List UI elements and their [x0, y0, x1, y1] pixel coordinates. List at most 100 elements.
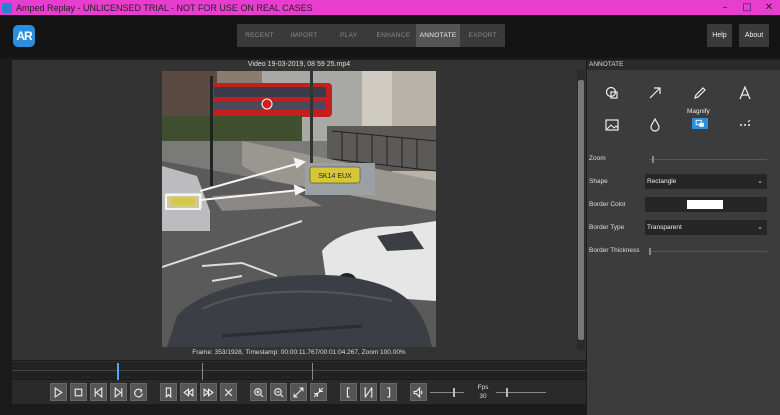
- fps-label: Fps: [477, 384, 489, 391]
- playhead[interactable]: [117, 363, 119, 380]
- image-tool[interactable]: [602, 115, 622, 135]
- blur-tool[interactable]: [645, 115, 665, 135]
- blur-drop-icon: [650, 118, 660, 132]
- previous-frame-button[interactable]: [90, 383, 107, 401]
- next-frame-button[interactable]: [110, 383, 127, 401]
- timeline-track[interactable]: [12, 370, 586, 371]
- zoom-out-button[interactable]: [270, 383, 287, 401]
- bracket-right-icon: [387, 387, 391, 397]
- chevron-down-icon: ⌄: [757, 177, 763, 185]
- border-color-swatch: [687, 200, 723, 209]
- shape-label: Shape: [589, 178, 608, 185]
- rewind-icon: [183, 387, 194, 397]
- stop-icon: [74, 388, 83, 396]
- shape-icon: [605, 86, 618, 99]
- magnify-icon: [695, 119, 704, 127]
- fps-slider[interactable]: [496, 392, 546, 393]
- fps-slider-thumb[interactable]: [506, 388, 508, 397]
- fit-to-window-button[interactable]: [290, 383, 307, 401]
- tab-enhance[interactable]: ENHANCE: [371, 24, 416, 47]
- video-title: Video 19-03-2019, 08 59 25.mp4: [247, 61, 351, 68]
- workflow-tabs: RECENT IMPORT PLAY ENHANCE ANNOTATE EXPO…: [237, 24, 506, 47]
- play-button[interactable]: [50, 383, 67, 401]
- playback-controls: Fps 30: [12, 380, 586, 404]
- set-end-button[interactable]: [380, 383, 397, 401]
- window-title-bar: Amped Replay - UNLICENSED TRIAL - NOT FO…: [0, 0, 780, 15]
- timeline[interactable]: [12, 361, 586, 380]
- border-type-value: Transparent: [647, 224, 682, 231]
- zoom-out-icon: [274, 387, 284, 397]
- bookmark-button[interactable]: [160, 383, 177, 401]
- about-button[interactable]: About: [739, 24, 769, 47]
- next-bookmark-button[interactable]: [200, 383, 217, 401]
- frame-info: Frame: 353/1928, Timestamp: 00:00:11.767…: [192, 349, 406, 356]
- help-button[interactable]: Help: [707, 24, 732, 47]
- app-icon: [2, 2, 12, 13]
- zoom-in-button[interactable]: [250, 383, 267, 401]
- video-frame[interactable]: SK14 EUX: [162, 71, 436, 347]
- pencil-tool[interactable]: [690, 83, 710, 103]
- chevron-down-icon: ⌄: [757, 223, 763, 231]
- text-icon: [739, 86, 751, 100]
- fps-value: 30: [479, 393, 487, 400]
- fps-display: Fps 30: [474, 383, 492, 401]
- shrink-icon: [313, 387, 324, 397]
- tab-export[interactable]: EXPORT: [460, 24, 505, 47]
- volume-slider-thumb[interactable]: [453, 388, 455, 397]
- arrow-icon: [649, 87, 661, 99]
- border-thickness-slider[interactable]: [649, 251, 767, 252]
- loop-icon: [134, 388, 143, 397]
- magnify-tool[interactable]: [692, 118, 708, 129]
- timeline-marker[interactable]: [312, 363, 313, 380]
- viewer-scrollbar[interactable]: [577, 70, 585, 350]
- street-scene-image: SK14 EUX: [162, 71, 436, 347]
- panel-title: ANNOTATE: [587, 60, 780, 70]
- fast-forward-icon: [203, 387, 214, 397]
- tab-import[interactable]: IMPORT: [282, 24, 327, 47]
- shape-value: Rectangle: [647, 178, 677, 185]
- expand-icon: [293, 387, 304, 397]
- top-navigation-bar: AR RECENT IMPORT PLAY ENHANCE ANNOTATE E…: [0, 15, 780, 58]
- tab-annotate[interactable]: ANNOTATE: [415, 24, 461, 47]
- previous-bookmark-button[interactable]: [180, 383, 197, 401]
- border-thickness-label: Border Thickness: [589, 247, 640, 254]
- clear-bookmarks-button[interactable]: [220, 383, 237, 401]
- minimize-button[interactable]: –: [714, 0, 736, 15]
- tab-play[interactable]: PLAY: [326, 24, 371, 47]
- magnified-plate-text: SK14 EUX: [318, 173, 352, 180]
- shape-dropdown[interactable]: Rectangle ⌄: [645, 174, 767, 189]
- zoom-slider-thumb[interactable]: [652, 156, 654, 163]
- set-start-button[interactable]: [340, 383, 357, 401]
- close-icon: [224, 388, 233, 396]
- image-icon: [605, 119, 619, 131]
- volume-slider[interactable]: [430, 392, 464, 393]
- loop-button[interactable]: [130, 383, 147, 401]
- scrollbar-thumb[interactable]: [578, 80, 584, 340]
- speaker-icon: [413, 386, 423, 398]
- play-icon: [54, 386, 63, 398]
- timeline-marker[interactable]: [202, 363, 203, 380]
- app-logo[interactable]: AR: [13, 25, 35, 47]
- border-thickness-slider-thumb[interactable]: [649, 248, 651, 255]
- border-color-picker[interactable]: [645, 197, 767, 212]
- actual-size-button[interactable]: [310, 383, 327, 401]
- zoom-slider[interactable]: [649, 159, 767, 160]
- shape-tool[interactable]: [602, 83, 622, 103]
- pencil-icon: [694, 87, 706, 99]
- close-button[interactable]: ✕: [758, 0, 780, 15]
- window-title: Amped Replay - UNLICENSED TRIAL - NOT FO…: [16, 2, 313, 13]
- magnify-tool-label: Magnify: [687, 108, 710, 115]
- maximize-button[interactable]: □: [736, 0, 758, 15]
- clear-range-icon: [364, 387, 373, 397]
- stop-button[interactable]: [70, 383, 87, 401]
- text-tool[interactable]: [735, 83, 755, 103]
- tab-recent[interactable]: RECENT: [237, 24, 282, 47]
- volume-button[interactable]: [410, 383, 427, 401]
- bracket-left-icon: [346, 387, 350, 397]
- zoom-in-icon: [254, 387, 264, 397]
- video-viewer: Video 19-03-2019, 08 59 25.mp4 SK14 EUX …: [12, 60, 586, 360]
- more-tools[interactable]: [735, 115, 755, 135]
- clear-range-button[interactable]: [360, 383, 377, 401]
- arrow-tool[interactable]: [645, 83, 665, 103]
- border-type-dropdown[interactable]: Transparent ⌄: [645, 220, 767, 235]
